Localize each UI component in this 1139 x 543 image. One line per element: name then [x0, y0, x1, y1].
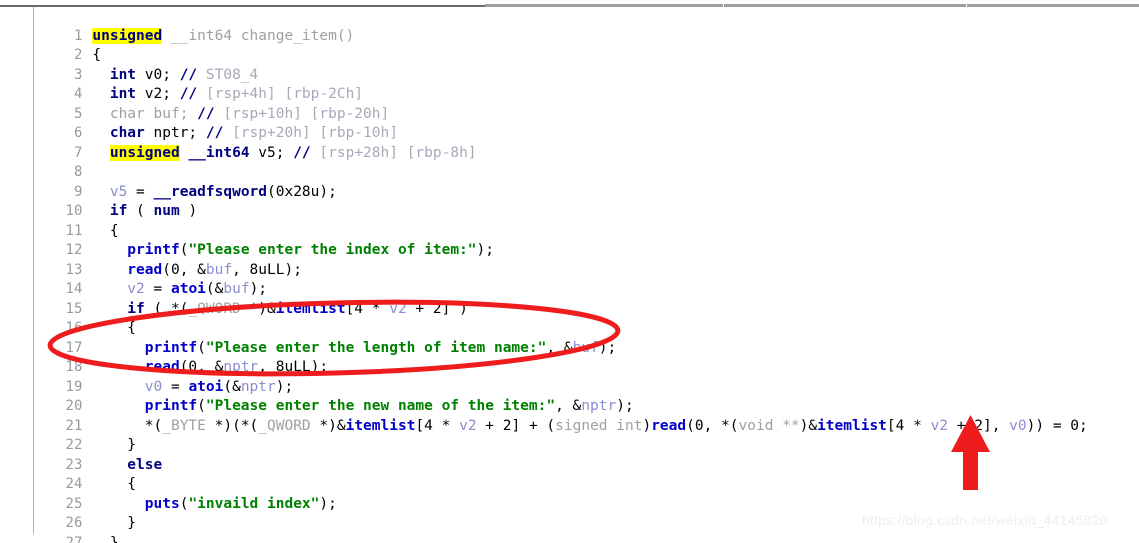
code-line[interactable]: 17 printf("Please enter the length of it…	[0, 319, 1139, 356]
code-editor[interactable]: 1 unsigned __int64 change_item() 2{ 3 int…	[0, 7, 1139, 543]
code-line[interactable]: 12 printf("Please enter the index of ite…	[0, 222, 1139, 258]
code-line[interactable]: 9 v5 = __readfsqword(0x28u);	[0, 163, 1139, 200]
code-line[interactable]: 8	[0, 144, 1139, 180]
code-line[interactable]: 23 else	[0, 436, 1139, 473]
code-line[interactable]: 7 unsigned __int64 v5; // [rsp+28h] [rbp…	[0, 124, 1139, 161]
code-line[interactable]: 16 {	[0, 300, 1139, 336]
code-line[interactable]: 20 printf("Please enter the new name of …	[0, 378, 1139, 414]
line-number: 27	[65, 534, 83, 543]
code-line[interactable]: 19 v0 = atoi(&nptr);	[0, 358, 1139, 395]
code-line[interactable]: 3 int v0; // ST08_4	[0, 46, 1139, 83]
code-line[interactable]: 25 puts("invaild index");	[0, 475, 1139, 512]
code-line[interactable]: 15 if ( *(_QWORD *)&itemlist[4 * v2 + 2]…	[0, 280, 1139, 317]
code-line[interactable]: 11 {	[0, 202, 1139, 239]
watermark: https://blog.csdn.net/weixin_44145820	[862, 512, 1108, 528]
code-line[interactable]: 22 }	[0, 417, 1139, 453]
code-line[interactable]: 24 {	[0, 456, 1139, 492]
code-line[interactable]: 13 read(0, &buf, 8uLL);	[0, 241, 1139, 278]
code-line[interactable]: 1 unsigned __int64 change_item()	[0, 7, 1139, 44]
code-line[interactable]: 10 if ( num )	[0, 183, 1139, 219]
line-content[interactable]: }	[85, 534, 119, 543]
code-line[interactable]: 6 char nptr; // [rsp+20h] [rbp-10h]	[0, 105, 1139, 141]
pseudocode-window: 1 unsigned __int64 change_item() 2{ 3 int…	[0, 0, 1139, 543]
code-line[interactable]: 4 int v2; // [rsp+4h] [rbp-2Ch]	[0, 66, 1139, 102]
code-line[interactable]: 21 *(_BYTE *)(*(_QWORD *)&itemlist[4 * v…	[0, 397, 1139, 434]
horizontal-scrollbar[interactable]	[0, 0, 1139, 7]
code-line[interactable]: 18 read(0, &nptr, 8uLL);	[0, 339, 1139, 375]
code-line[interactable]: 2{	[0, 27, 1139, 63]
code-line[interactable]: 14 v2 = atoi(&buf);	[0, 261, 1139, 297]
code-line[interactable]: 5 char buf; // [rsp+10h] [rbp-20h]	[0, 85, 1139, 122]
